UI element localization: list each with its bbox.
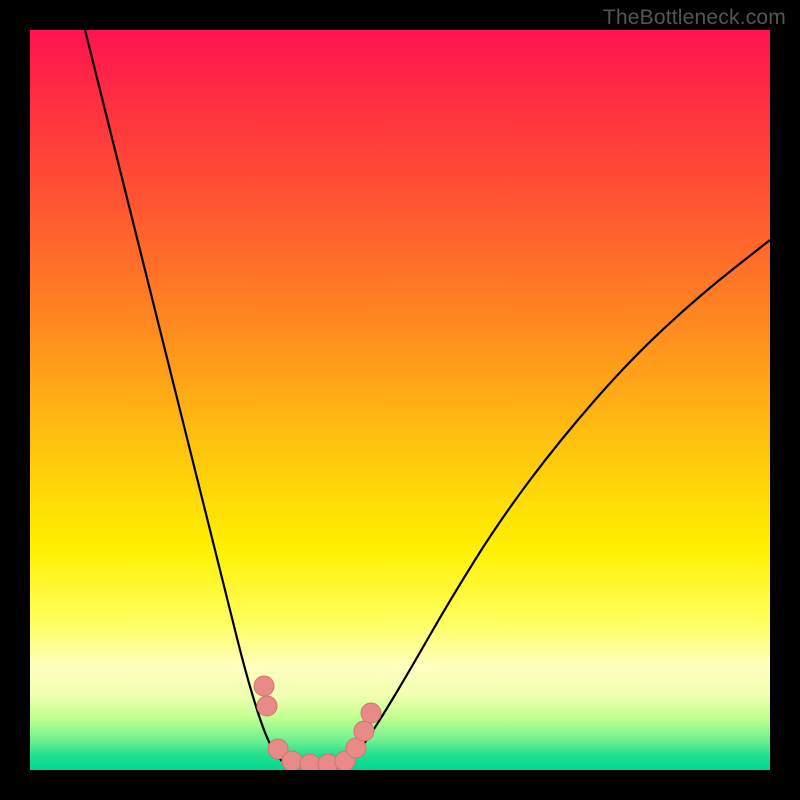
right-curve: [345, 240, 770, 765]
chart-plot-area: [30, 30, 770, 770]
marker-dot: [282, 751, 302, 770]
watermark-text: TheBottleneck.com: [603, 6, 786, 30]
bottleneck-curve: [85, 30, 770, 766]
marker-dot: [361, 703, 381, 723]
pink-markers: [254, 676, 381, 770]
marker-dot: [254, 676, 274, 696]
marker-dot: [300, 754, 320, 770]
chart-svg: [30, 30, 770, 770]
marker-dot: [257, 696, 277, 716]
left-curve: [85, 30, 288, 765]
marker-dot: [354, 721, 374, 741]
